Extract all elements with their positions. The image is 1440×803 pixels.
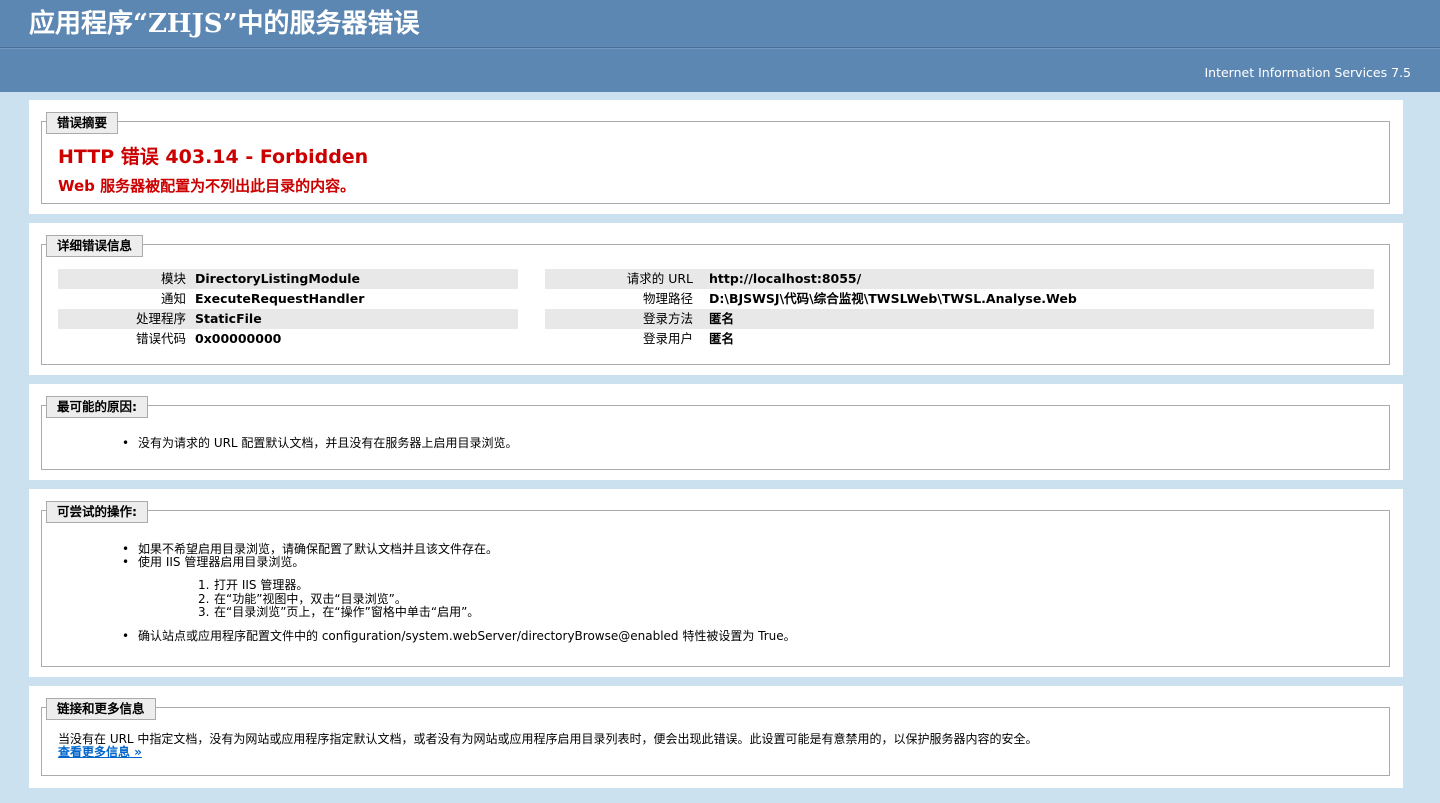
- step-number: 2.: [198, 591, 210, 606]
- detail-row-module: 模块 DirectoryListingModule: [58, 269, 518, 289]
- more-info-link[interactable]: 查看更多信息 »: [58, 743, 142, 760]
- error-message: Web 服务器被配置为不列出此目录的内容。: [58, 177, 356, 195]
- server-banner: Internet Information Services 7.5: [0, 48, 1440, 92]
- error-summary-panel: 错误摘要 HTTP 错误 403.14 - Forbidden Web 服务器被…: [29, 100, 1403, 214]
- details-legend: 详细错误信息: [46, 235, 144, 257]
- step-text: 在“功能”视图中，双击“目录浏览”。: [214, 591, 407, 606]
- details-panel: 详细错误信息 模块 DirectoryListingModule 通知 Execut…: [29, 223, 1403, 375]
- step-text: 在“目录浏览”页上，在“操作”窗格中单击“启用”。: [214, 605, 480, 619]
- detail-label: 登录用户: [642, 331, 693, 346]
- error-summary-fieldset: 错误摘要 HTTP 错误 403.14 - Forbidden Web 服务器被…: [41, 112, 1390, 204]
- detail-row-error-code: 错误代码 0x00000000: [58, 329, 518, 349]
- step-item: 1. 打开 IIS 管理器。: [198, 578, 796, 593]
- actions-fieldset: 可尝试的操作: 如果不希望启用目录浏览，请确保配置了默认文档并且该文件存在。 使…: [41, 501, 1390, 667]
- detail-row-logon-user: 登录用户 匿名: [545, 329, 1374, 349]
- actions-legend: 可尝试的操作:: [46, 501, 148, 523]
- error-title: HTTP 错误 403.14 - Forbidden: [58, 146, 369, 168]
- page-header: 应用程序“ZHJS”中的服务器错误: [0, 0, 1440, 48]
- more-info-text: 当没有在 URL 中指定文档，没有为网站或应用程序指定默认文档，或者没有为网站或…: [58, 732, 1038, 746]
- list-item-text: 使用 IIS 管理器启用目录浏览。: [138, 555, 305, 569]
- detail-row-notification: 通知 ExecuteRequestHandler: [58, 289, 518, 309]
- step-number: 3.: [198, 605, 210, 619]
- list-item: 使用 IIS 管理器启用目录浏览。 1. 打开 IIS 管理器。 2. 在“功能”视…: [122, 556, 796, 620]
- detail-row-handler: 处理程序 StaticFile: [58, 309, 518, 329]
- step-number: 1.: [198, 578, 210, 592]
- detail-label: 通知: [160, 291, 186, 306]
- actions-panel: 可尝试的操作: 如果不希望启用目录浏览，请确保配置了默认文档并且该文件存在。 使…: [29, 489, 1403, 677]
- page-title: 应用程序“ZHJS”中的服务器错误: [29, 9, 420, 39]
- detail-row-physical-path: 物理路径 D:\BJSWSJ\代码\综合监视\TWSLWeb\TWSL.Analy…: [545, 289, 1374, 309]
- steps-list: 1. 打开 IIS 管理器。 2. 在“功能”视图中，双击“目录浏览”。 3. 在“目…: [138, 578, 796, 620]
- detail-value: D:\BJSWSJ\代码\综合监视\TWSLWeb\TWSL.Analyse.W…: [709, 291, 1077, 306]
- more-info-legend: 链接和更多信息: [46, 698, 156, 720]
- detail-label: 登录方法: [642, 311, 693, 326]
- step-text: 打开 IIS 管理器。: [214, 578, 309, 592]
- detail-value: DirectoryListingModule: [195, 271, 361, 286]
- detail-label: 请求的 URL: [626, 271, 693, 286]
- list-item: 没有为请求的 URL 配置默认文档，并且没有在服务器上启用目录浏览。: [122, 437, 517, 451]
- detail-label: 错误代码: [135, 331, 186, 346]
- detail-label: 物理路径: [642, 291, 693, 306]
- causes-legend: 最可能的原因:: [46, 396, 148, 418]
- error-summary-legend: 错误摘要: [46, 112, 119, 134]
- actions-list: 如果不希望启用目录浏览，请确保配置了默认文档并且该文件存在。 使用 IIS 管理…: [122, 543, 796, 643]
- more-info-fieldset: 链接和更多信息 当没有在 URL 中指定文档，没有为网站或应用程序指定默认文档，…: [41, 698, 1390, 776]
- detail-value: 匿名: [709, 331, 735, 346]
- step-item: 2. 在“功能”视图中，双击“目录浏览”。: [198, 591, 796, 607]
- detail-row-requested-url: 请求的 URL http://localhost:8055/: [545, 269, 1374, 289]
- detail-label: 处理程序: [135, 311, 186, 326]
- detail-value: 0x00000000: [195, 331, 282, 346]
- detail-value: ExecuteRequestHandler: [195, 291, 365, 306]
- causes-panel: 最可能的原因: 没有为请求的 URL 配置默认文档，并且没有在服务器上启用目录浏…: [29, 384, 1403, 480]
- step-item: 3. 在“目录浏览”页上，在“操作”窗格中单击“启用”。: [198, 605, 796, 620]
- detail-row-logon-method: 登录方法 匿名: [545, 309, 1374, 329]
- detail-value: StaticFile: [195, 311, 262, 326]
- detail-value: http://localhost:8055/: [709, 271, 862, 286]
- more-info-panel: 链接和更多信息 当没有在 URL 中指定文档，没有为网站或应用程序指定默认文档，…: [29, 686, 1403, 788]
- list-item: 确认站点或应用程序配置文件中的 configuration/system.web…: [122, 629, 796, 643]
- causes-list: 没有为请求的 URL 配置默认文档，并且没有在服务器上启用目录浏览。: [122, 437, 517, 451]
- detail-value: 匿名: [709, 311, 735, 326]
- server-version: Internet Information Services 7.5: [1204, 65, 1411, 80]
- details-fieldset: 详细错误信息 模块 DirectoryListingModule 通知 Execut…: [41, 235, 1390, 365]
- detail-label: 模块: [160, 271, 186, 286]
- causes-fieldset: 最可能的原因: 没有为请求的 URL 配置默认文档，并且没有在服务器上启用目录浏…: [41, 396, 1390, 470]
